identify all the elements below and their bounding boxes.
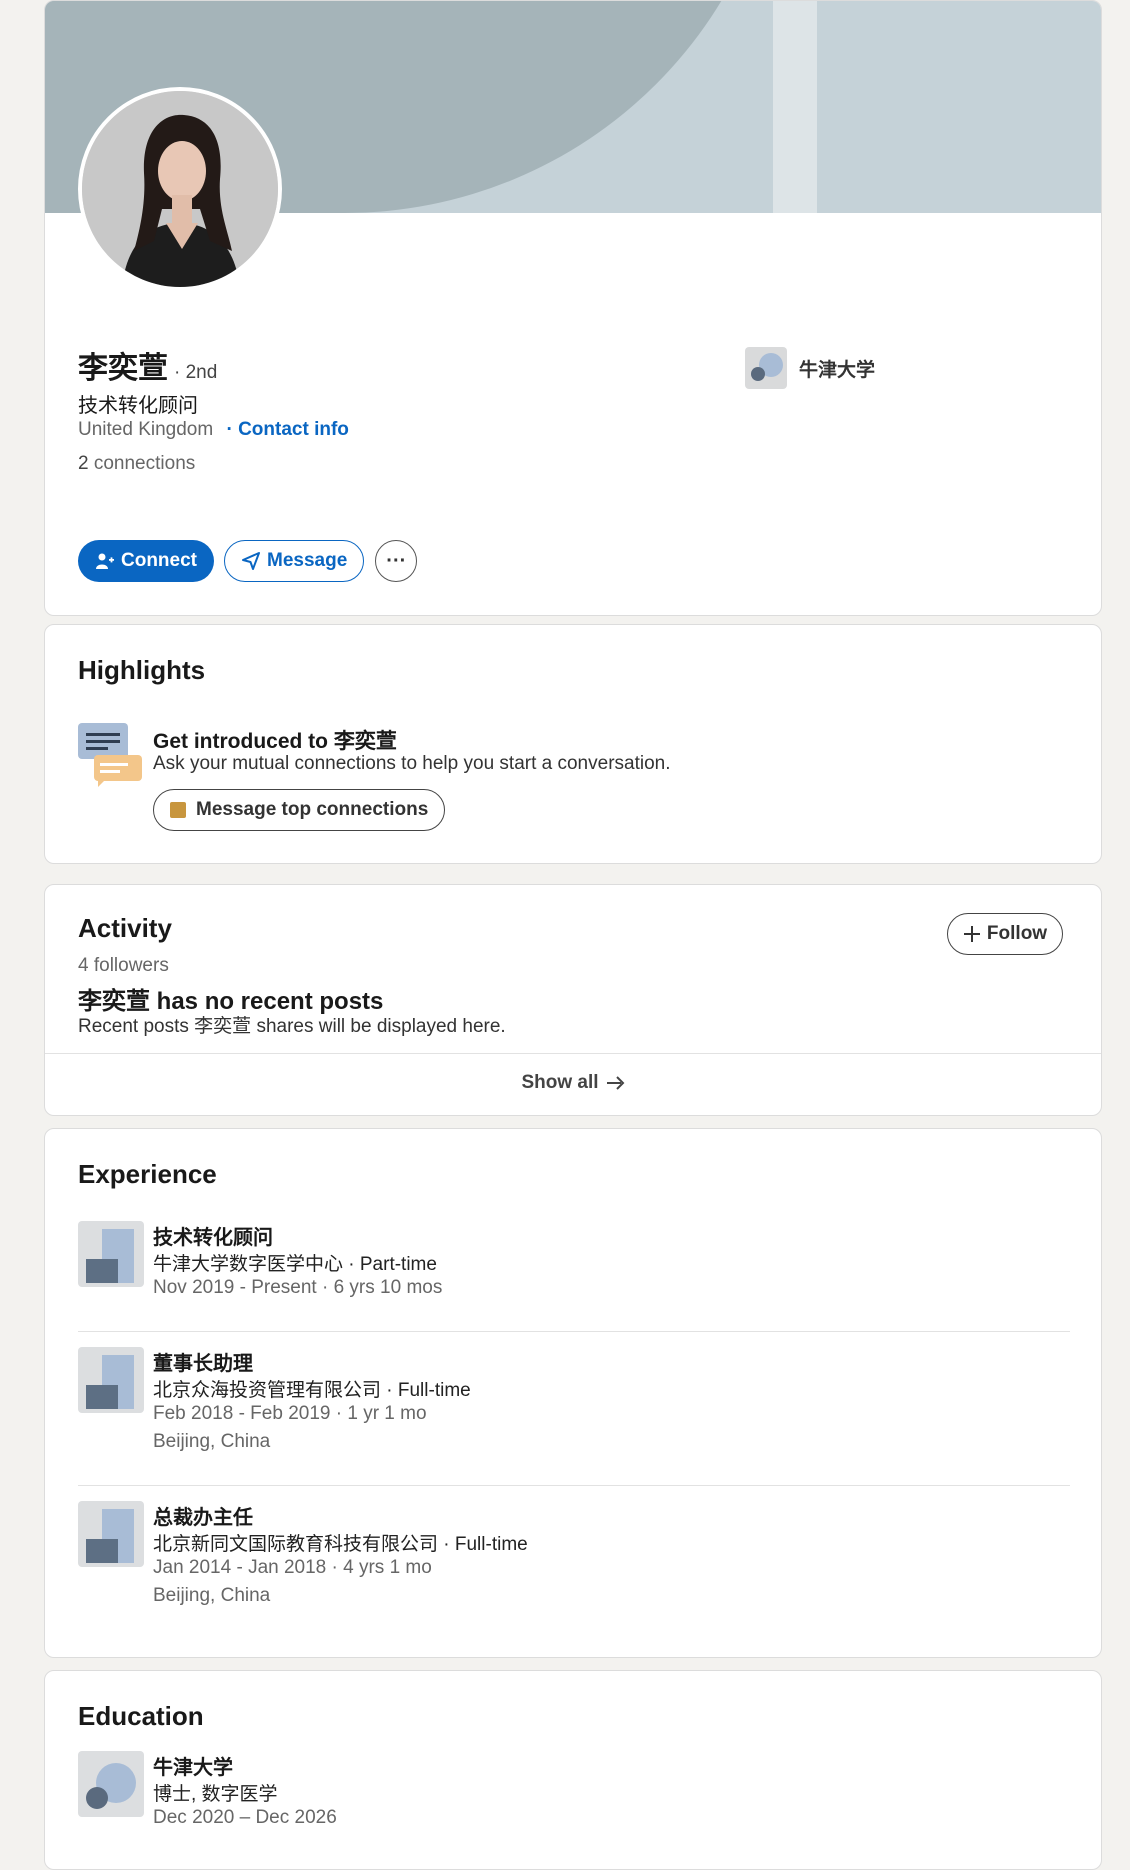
intro-subtitle: Ask your mutual connections to help you … — [153, 753, 671, 774]
experience-divider — [78, 1331, 1070, 1332]
experience-dates: Feb 2018 - Feb 2019 · 1 yr 1 mo — [153, 1403, 427, 1424]
show-all-label: Show all — [521, 1072, 599, 1093]
connections-count[interactable]: 2 connections — [78, 453, 195, 475]
company-logo-icon — [78, 1347, 144, 1413]
more-icon: ··· — [386, 549, 407, 572]
followers-count: 4 followers — [78, 955, 169, 976]
activity-card: Activity 4 followers Follow 李奕萱 has no r… — [44, 884, 1102, 1116]
experience-company: 北京新同文国际教育科技有限公司 · Full-time — [153, 1534, 528, 1555]
plus-icon — [963, 925, 981, 943]
connections-number: 2 — [78, 453, 89, 474]
experience-item[interactable]: 董事长助理 北京众海投资管理有限公司 · Full-time Feb 2018 … — [78, 1347, 1070, 1467]
location-row: United Kingdom · Contact info — [78, 419, 349, 441]
arrow-right-icon — [606, 1076, 625, 1090]
intro-title: Get introduced to 李奕萱 — [153, 730, 397, 753]
experience-title: Experience — [78, 1159, 217, 1189]
avatar-photo — [82, 91, 278, 287]
name-row: 李奕萱 · 2nd — [78, 343, 217, 387]
experience-location: Beijing, China — [153, 1431, 271, 1452]
profile-actions: Connect Message ··· — [78, 540, 418, 582]
send-icon — [241, 551, 261, 571]
connections-label: connections — [93, 453, 196, 474]
banner-strip — [773, 1, 817, 213]
company-logo-icon — [78, 1221, 144, 1287]
experience-dates: Jan 2014 - Jan 2018 · 4 yrs 1 mo — [153, 1557, 432, 1578]
message-top-connections-label: Message top connections — [196, 799, 429, 820]
message-top-connections-button[interactable]: Message top connections — [153, 789, 446, 831]
add-person-icon — [95, 551, 115, 571]
message-button[interactable]: Message — [224, 540, 365, 582]
profile-headline: 技术转化顾问 — [78, 395, 198, 417]
experience-item[interactable]: 技术转化顾问 牛津大学数字医学中心 · Part-time Nov 2019 -… — [78, 1221, 1070, 1321]
school-logo-icon — [78, 1751, 144, 1817]
chat-bubbles-icon — [78, 721, 144, 787]
education-title: Education — [78, 1701, 204, 1731]
school-name: 牛津大学 — [799, 359, 876, 381]
avatar[interactable] — [78, 87, 282, 291]
highlights-title: Highlights — [78, 655, 206, 685]
experience-title-text: 总裁办主任 — [153, 1507, 253, 1529]
profile-card: 李奕萱 · 2nd 技术转化顾问 United Kingdom · Contac… — [44, 0, 1102, 616]
highlights-card: Highlights Get introduced to 李奕萱 Ask you… — [44, 624, 1102, 864]
experience-location: Beijing, China — [153, 1585, 271, 1606]
experience-company: 牛津大学数字医学中心 · Part-time — [153, 1254, 437, 1275]
contact-info-link[interactable]: · Contact info — [226, 419, 348, 440]
experience-title-text: 技术转化顾问 — [153, 1227, 273, 1249]
education-dates: Dec 2020 – Dec 2026 — [153, 1807, 337, 1828]
education-degree: 博士, 数字医学 — [153, 1784, 278, 1805]
school-chip[interactable]: 牛津大学 — [745, 347, 875, 389]
no-posts-subtitle: Recent posts 李奕萱 shares will be displaye… — [78, 1016, 506, 1037]
connect-button[interactable]: Connect — [78, 540, 214, 582]
follow-button[interactable]: Follow — [947, 913, 1063, 955]
follow-label: Follow — [986, 923, 1048, 944]
experience-title-text: 董事长助理 — [153, 1353, 253, 1375]
message-label: Message — [267, 550, 348, 571]
show-all-button[interactable]: Show all — [45, 1053, 1101, 1113]
experience-company: 北京众海投资管理有限公司 · Full-time — [153, 1380, 471, 1401]
activity-title: Activity — [78, 913, 172, 943]
connect-label: Connect — [121, 550, 197, 571]
profile-location: United Kingdom — [78, 419, 214, 440]
experience-card: Experience 技术转化顾问 牛津大学数字医学中心 · Part-time… — [44, 1128, 1102, 1658]
profile-name: 李奕萱 — [78, 352, 168, 385]
education-school[interactable]: 牛津大学 — [153, 1751, 233, 1780]
more-actions-button[interactable]: ··· — [375, 540, 418, 582]
experience-item[interactable]: 总裁办主任 北京新同文国际教育科技有限公司 · Full-time Jan 20… — [78, 1501, 1070, 1621]
experience-dates: Nov 2019 - Present · 6 yrs 10 mos — [153, 1277, 443, 1298]
education-card: Education 牛津大学 博士, 数字医学 Dec 2020 – Dec 2… — [44, 1670, 1102, 1870]
company-logo-icon — [78, 1501, 144, 1567]
experience-divider — [78, 1485, 1070, 1486]
folder-icon — [170, 802, 186, 818]
school-logo-icon — [745, 347, 787, 389]
connection-degree: · 2nd — [174, 362, 218, 383]
